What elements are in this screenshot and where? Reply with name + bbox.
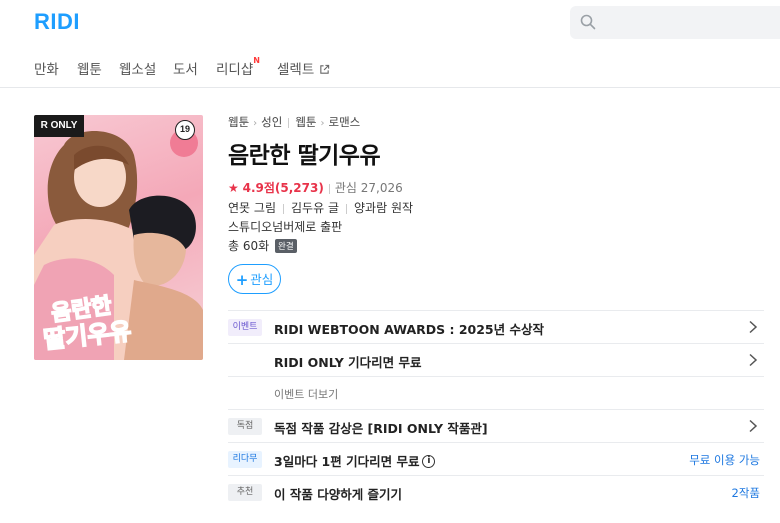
author-list: 연못 그림 김두유 글 양과람 원작 (228, 199, 413, 216)
info-icon[interactable]: i (422, 455, 436, 468)
event-row-wait-free[interactable]: RIDI ONLY 기다리면 무료 (228, 343, 764, 376)
chevron-right-icon: › (320, 118, 325, 129)
chevron-right-icon (749, 419, 758, 433)
nav-item-webnovel[interactable]: 웹소설 (119, 58, 156, 78)
recommend-tag: 추천 (228, 484, 262, 501)
rating-score: 4.9점 (242, 181, 275, 195)
nav-item-ridishop-label: 리디샵 (216, 62, 254, 78)
event-text: RIDI ONLY 기다리면 무료 (274, 355, 422, 370)
external-link-icon (319, 64, 329, 74)
nav-item-select-label: 셀렉트 (277, 62, 315, 78)
event-row-awards[interactable]: 이벤트 RIDI WEBTOON AWARDS : 2025년 수상작 (228, 310, 764, 343)
search-icon (580, 14, 596, 30)
wait-free-row[interactable]: 리다무 3일마다 1편 기다리면 무료 i 무료 이용 가능 (228, 442, 764, 475)
divider (328, 183, 330, 194)
ridi-only-badge: R ONLY (34, 115, 84, 137)
work-title: 음란한 딸기우유 (228, 143, 381, 169)
divider (288, 117, 290, 128)
rating-line: ★ 4.9점(5,273) 관심 27,026 (228, 179, 403, 196)
event-tag: 이벤트 (228, 319, 262, 336)
recommend-count-link[interactable]: 2작품 (732, 485, 760, 501)
chevron-right-icon: › (253, 118, 258, 129)
recommend-text: 이 작품 다양하게 즐기기 (274, 487, 403, 502)
nav-item-books[interactable]: 도서 (173, 58, 198, 78)
cover-illustration: 음란한 딸기우유 (34, 129, 203, 360)
rating-count: (5,273) (274, 181, 324, 195)
free-available-link[interactable]: 무료 이용 가능 (689, 452, 760, 468)
search-box[interactable] (570, 6, 780, 39)
breadcrumb: 웹툰 › 성인 웹툰 › 로맨스 (228, 114, 360, 130)
exclusive-row[interactable]: 독점 독점 작품 감상은 [RIDI ONLY 작품관] (228, 409, 764, 442)
header: RIDI (0, 0, 780, 44)
ridi-logo[interactable]: RIDI (34, 9, 80, 35)
author-name[interactable]: 연못 (228, 201, 250, 215)
chevron-right-icon (749, 353, 758, 367)
exclusive-tag: 독점 (228, 418, 262, 435)
completed-badge: 완결 (275, 238, 297, 253)
favorite-button-label: 관심 (250, 272, 274, 287)
more-events-link[interactable]: 이벤트 더보기 (274, 386, 338, 402)
star-icon: ★ (228, 181, 239, 195)
divider (283, 203, 285, 214)
publisher[interactable]: 스튜디오넘버제로 출판 (228, 218, 342, 235)
nav-item-ridishop[interactable]: 리디샵N (216, 56, 260, 78)
author-role: 그림 (253, 201, 277, 215)
breadcrumb-adult[interactable]: 성인 (261, 115, 282, 129)
breadcrumb-romance[interactable]: 로맨스 (329, 115, 361, 129)
episode-count: 총 60화 (228, 239, 270, 253)
event-text: RIDI WEBTOON AWARDS : 2025년 수상작 (274, 322, 544, 337)
chevron-right-icon (749, 320, 758, 334)
author-role: 글 (327, 201, 340, 215)
wait-free-text: 3일마다 1편 기다리면 무료 i (274, 451, 436, 470)
book-cover[interactable]: 음란한 딸기우유 R ONLY 19 (34, 115, 203, 360)
breadcrumb-webtoon-2[interactable]: 웹툰 (295, 115, 316, 129)
wait-free-tag: 리다무 (228, 451, 262, 468)
divider (346, 203, 348, 214)
main-nav: 만화 웹툰 웹소설 도서 리디샵N 셀렉트 (0, 52, 780, 88)
favorite-button[interactable]: + 관심 (228, 264, 281, 294)
plus-icon: + (235, 271, 249, 289)
new-badge: N (253, 56, 260, 65)
favorite-count: 관심 27,026 (334, 181, 403, 195)
author-name[interactable]: 양과람 (354, 201, 387, 215)
author-name[interactable]: 김두유 (291, 201, 324, 215)
exclusive-text: 독점 작품 감상은 [RIDI ONLY 작품관] (274, 421, 488, 436)
nav-item-select[interactable]: 셀렉트 (277, 58, 330, 78)
more-events-row[interactable]: 이벤트 더보기 (228, 376, 764, 409)
episode-info: 총 60화 완결 (228, 237, 297, 254)
recommend-row[interactable]: 추천 이 작품 다양하게 즐기기 2작품 (228, 475, 764, 508)
nav-item-manga[interactable]: 만화 (34, 58, 59, 78)
author-role: 원작 (390, 201, 414, 215)
wait-free-label: 3일마다 1편 기다리면 무료 (274, 454, 420, 469)
age-19-badge: 19 (175, 120, 195, 140)
nav-item-webtoon[interactable]: 웹툰 (77, 58, 102, 78)
breadcrumb-webtoon[interactable]: 웹툰 (228, 115, 249, 129)
